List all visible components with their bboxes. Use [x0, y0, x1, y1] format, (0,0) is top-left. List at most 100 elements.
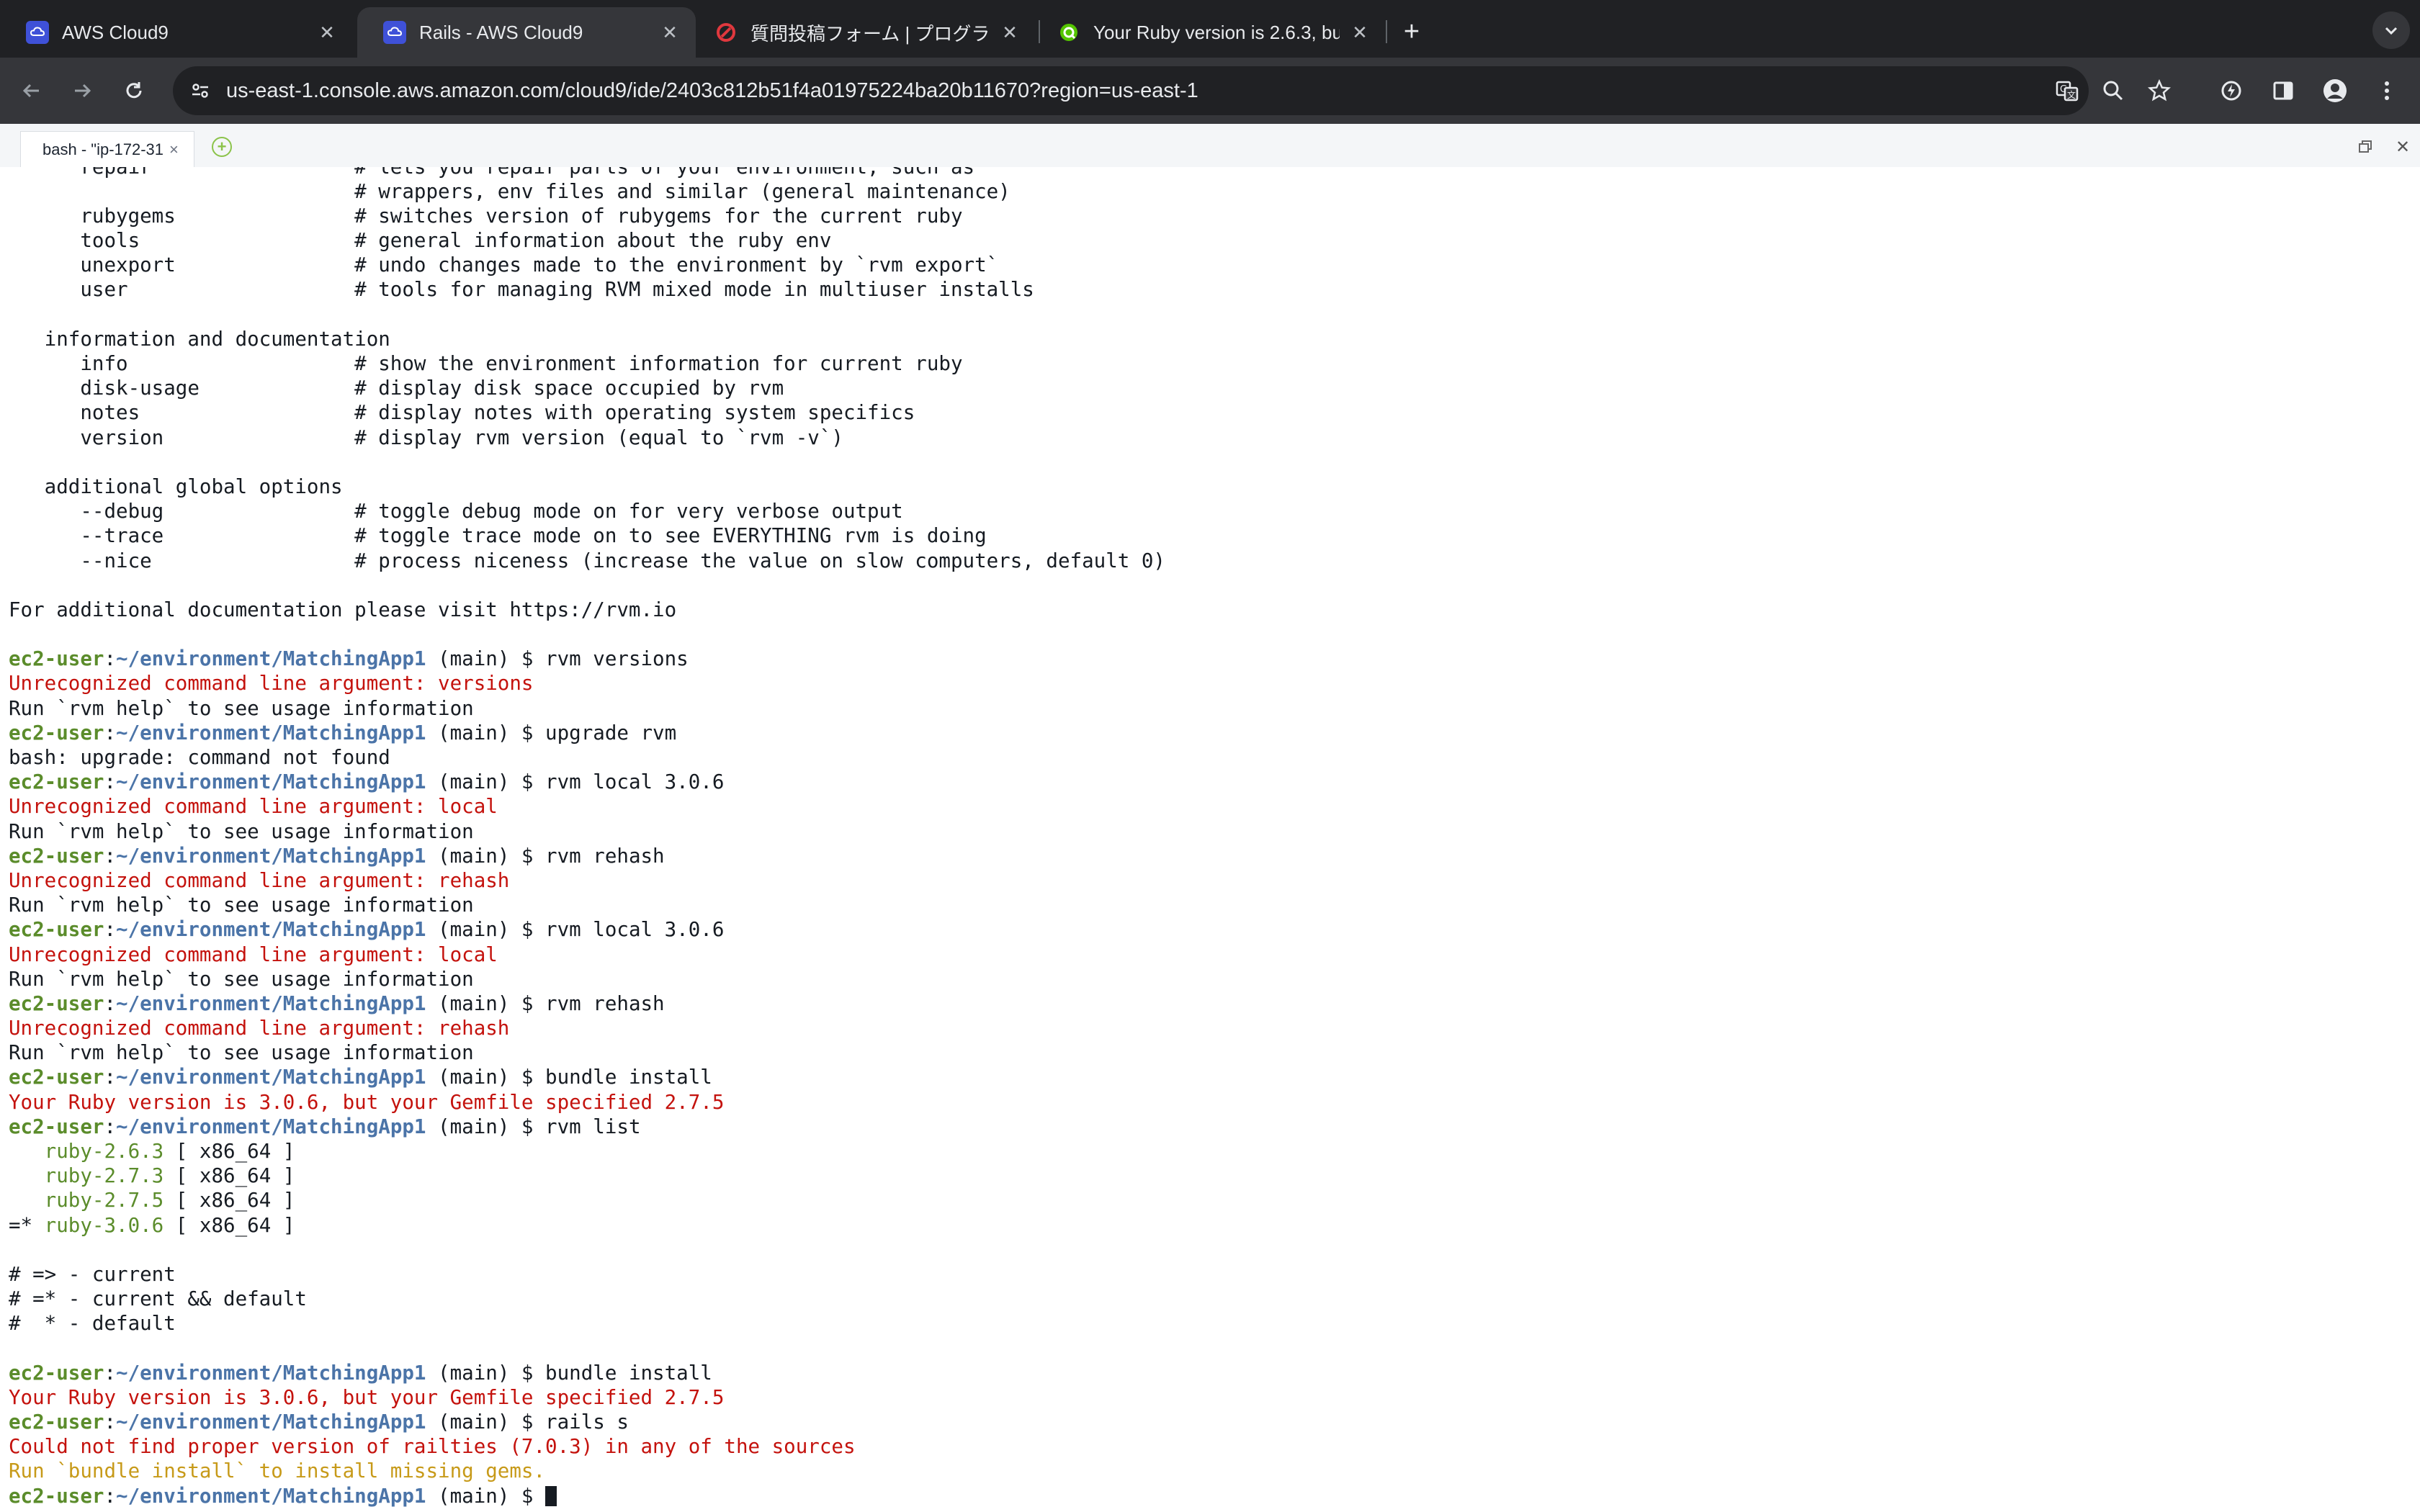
- terminal-line: # =* - current && default: [9, 1287, 1165, 1311]
- output-text: --debug # toggle debug mode on for very …: [9, 500, 903, 523]
- output-text: Run `rvm help` to see usage information: [9, 696, 474, 720]
- output-text: --nice # process niceness (increase the …: [9, 549, 1165, 572]
- output-text: (main) $ rvm local 3.0.6: [426, 918, 725, 942]
- prompt-user: ec2-user: [9, 1410, 104, 1434]
- url-text[interactable]: us-east-1.console.aws.amazon.com/cloud9/…: [226, 66, 1198, 115]
- output-text: # => - current: [9, 1262, 176, 1286]
- terminal-line: ec2-user:~/environment/MatchingApp1 (mai…: [9, 844, 1165, 868]
- close-tab-icon[interactable]: ✕: [658, 21, 681, 44]
- prompt-user: ec2-user: [9, 1361, 104, 1385]
- output-text: (main) $ rvm rehash: [426, 991, 665, 1015]
- site-settings-icon[interactable]: [183, 73, 218, 108]
- translate-icon[interactable]: G文: [2050, 73, 2084, 108]
- terminal-line: Run `rvm help` to see usage information: [9, 819, 1165, 844]
- forward-arrow-icon[interactable]: [62, 71, 102, 111]
- output-text: unexport # undo changes made to the envi…: [9, 253, 999, 277]
- prompt-user: ec2-user: [9, 721, 104, 744]
- tab-title: 質問投稿フォーム | プログラミン: [750, 22, 990, 45]
- close-tab-icon[interactable]: ✕: [315, 21, 339, 44]
- close-tab-icon[interactable]: ✕: [998, 21, 1021, 44]
- terminal-line: Run `rvm help` to see usage information: [9, 1040, 1165, 1065]
- terminal-line: ec2-user:~/environment/MatchingApp1 (mai…: [9, 647, 1165, 671]
- terminal-line: information and documentation: [9, 327, 1165, 351]
- output-text: info # show the environment information …: [9, 352, 963, 375]
- terminal-line: ruby-2.7.3 [ x86_64 ]: [9, 1164, 1165, 1188]
- bookmark-star-icon[interactable]: [2139, 71, 2179, 111]
- terminal-line: disk-usage # display disk space occupied…: [9, 376, 1165, 400]
- output-text: # wrappers, env files and similar (gener…: [9, 179, 1010, 203]
- terminal-tab-label: bash - "ip-172-31: [42, 140, 164, 158]
- output-text: user # tools for managing RVM mixed mode…: [9, 278, 1034, 302]
- output-text: (main) $ bundle install: [426, 1361, 712, 1385]
- output-text: :: [104, 1066, 117, 1089]
- tab-separator: [1386, 20, 1387, 43]
- prompt-path: ~/environment/MatchingApp1: [116, 1066, 426, 1089]
- restore-panel-icon[interactable]: [2351, 132, 2380, 161]
- terminal-line: ec2-user:~/environment/MatchingApp1 (mai…: [9, 917, 1165, 942]
- output-text: Run `rvm help` to see usage information: [9, 1041, 474, 1065]
- terminal-line: Your Ruby version is 3.0.6, but your Gem…: [9, 1090, 1165, 1115]
- close-tab-icon[interactable]: ✕: [1348, 21, 1371, 44]
- terminal-cursor: [545, 1485, 557, 1506]
- terminal-line: additional global options: [9, 474, 1165, 499]
- profile-avatar-icon[interactable]: [2315, 71, 2355, 111]
- aws-cloud9-icon: [383, 21, 406, 44]
- terminal-tab[interactable]: bash - "ip-172-31 ×: [20, 131, 194, 168]
- output-text: notes # display notes with operating sys…: [9, 401, 915, 425]
- back-arrow-icon[interactable]: [12, 71, 52, 111]
- prompt-path: ~/environment/MatchingApp1: [116, 844, 426, 868]
- browser-tab-rails-aws-cloud9[interactable]: Rails - AWS Cloud9 ✕: [357, 7, 696, 58]
- terminal-line: Unrecognized command line argument: loca…: [9, 942, 1165, 967]
- plus-icon[interactable]: +: [1393, 13, 1430, 50]
- chevron-down-icon[interactable]: [2372, 12, 2410, 49]
- terminal-line: ec2-user:~/environment/MatchingApp1 (mai…: [9, 991, 1165, 1016]
- extension-icon[interactable]: [2211, 71, 2251, 111]
- terminal-line: --debug # toggle debug mode on for very …: [9, 499, 1165, 523]
- zoom-icon[interactable]: [2096, 73, 2130, 108]
- close-panel-icon[interactable]: ✕: [2388, 132, 2417, 161]
- prompt-user: ec2-user: [9, 844, 104, 868]
- ruby-version-text: ruby-2.7.5: [44, 1189, 164, 1212]
- output-text: :: [104, 844, 117, 868]
- terminal-line: Unrecognized command line argument: vers…: [9, 671, 1165, 696]
- prompt-user: ec2-user: [9, 918, 104, 942]
- tab-title: Your Ruby version is 2.6.3, bu: [1093, 21, 1340, 43]
- tab-title: Rails - AWS Cloud9: [419, 21, 583, 43]
- terminal-line: Run `bundle install` to install missing …: [9, 1459, 1165, 1483]
- output-text: # =* - current && default: [9, 1287, 307, 1311]
- terminal-line: ruby-2.6.3 [ x86_64 ]: [9, 1139, 1165, 1164]
- browser-tab-ruby-version[interactable]: Your Ruby version is 2.6.3, bu ✕: [1041, 7, 1386, 58]
- side-panel-icon[interactable]: [2263, 71, 2303, 111]
- error-text: Your Ruby version is 3.0.6, but your Gem…: [9, 1090, 725, 1114]
- terminal-line: notes # display notes with operating sys…: [9, 400, 1165, 425]
- output-text: repair # lets you repair parts of your e…: [9, 167, 974, 179]
- error-text: Unrecognized command line argument: loca…: [9, 795, 498, 819]
- close-icon[interactable]: ×: [169, 140, 179, 159]
- ruby-version-text: ruby-3.0.6: [44, 1213, 164, 1237]
- terminal-line: user # tools for managing RVM mixed mode…: [9, 277, 1165, 302]
- terminal-line: rubygems # switches version of rubygems …: [9, 204, 1165, 228]
- browser-tab-aws-cloud9[interactable]: AWS Cloud9 ✕: [0, 7, 353, 58]
- address-bar[interactable]: us-east-1.console.aws.amazon.com/cloud9/…: [173, 66, 2123, 115]
- output-text: For additional documentation please visi…: [9, 598, 677, 621]
- browser-tab-question-form[interactable]: 質問投稿フォーム | プログラミン ✕: [700, 7, 1036, 58]
- output-text: tools # general information about the ru…: [9, 229, 832, 253]
- terminal-line: Could not find proper version of railtie…: [9, 1434, 1165, 1459]
- kebab-menu-icon[interactable]: [2367, 71, 2407, 111]
- prompt-path: ~/environment/MatchingApp1: [116, 1115, 426, 1138]
- terminal-line: Unrecognized command line argument: reha…: [9, 868, 1165, 893]
- terminal-line: --trace # toggle trace mode on to see EV…: [9, 523, 1165, 548]
- browser-toolbar: us-east-1.console.aws.amazon.com/cloud9/…: [0, 58, 2420, 124]
- terminal-line: Run `rvm help` to see usage information: [9, 893, 1165, 917]
- reload-icon[interactable]: [114, 71, 154, 111]
- teratail-icon: [714, 21, 738, 44]
- add-tab-icon[interactable]: +: [212, 137, 232, 157]
- terminal-output[interactable]: repair # lets you repair parts of your e…: [0, 167, 2420, 1512]
- prompt-path: ~/environment/MatchingApp1: [116, 918, 426, 942]
- error-text: Your Ruby version is 3.0.6, but your Gem…: [9, 1385, 725, 1409]
